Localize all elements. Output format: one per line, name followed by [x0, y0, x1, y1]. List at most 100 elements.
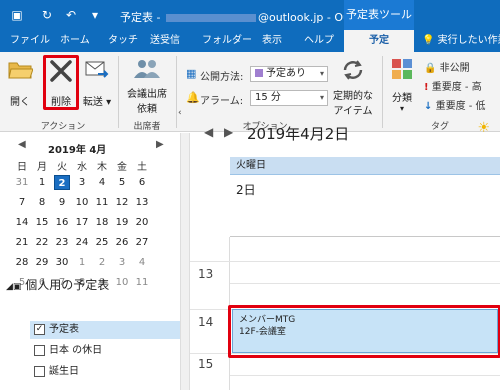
half-hour-divider [230, 375, 500, 376]
mini-calendar-dow: 水 [77, 162, 87, 173]
mini-calendar-day[interactable]: 20 [134, 215, 150, 230]
mini-calendar-day-selected[interactable]: 2 [54, 175, 70, 190]
tab-home[interactable]: ホーム [60, 30, 90, 52]
mini-calendar-day[interactable]: 27 [134, 235, 150, 250]
appointment-highlight [228, 305, 500, 358]
title-bar: ▣ ↻ ↶ ▾ 予定表 - @outlook.jp - Outlook 予定表ツ… [0, 0, 500, 30]
group-actions-label: アクション [40, 122, 86, 132]
mini-calendar-day[interactable]: 10 [114, 275, 130, 290]
prev-day-icon[interactable]: ◀ [204, 125, 213, 139]
calendar-date-title: 2019年4月2日 [247, 125, 350, 143]
mini-calendar-day[interactable]: 22 [34, 235, 50, 250]
tab-help[interactable]: ヘルプ [304, 30, 334, 52]
mini-calendar-day[interactable]: 11 [134, 275, 150, 290]
pane-splitter[interactable]: ‹ [178, 108, 190, 390]
mini-calendar-day[interactable]: 1 [74, 255, 90, 270]
mini-calendar-day[interactable]: 24 [74, 235, 90, 250]
show-as-dropdown[interactable]: 予定あり ▾ [250, 66, 328, 82]
mini-calendar-day[interactable]: 6 [134, 175, 150, 190]
tab-touch[interactable]: タッチ [108, 30, 138, 52]
mini-calendar-day[interactable]: 26 [114, 235, 130, 250]
mini-calendar-day[interactable]: 2 [94, 255, 110, 270]
mini-calendar-dow: 土 [137, 162, 147, 173]
hour-label: 13 [198, 267, 214, 281]
mini-calendar-day[interactable]: 9 [54, 195, 70, 210]
folder-open-icon [8, 62, 34, 79]
calendar-tools-tab[interactable]: 予定表ツール [344, 0, 414, 30]
mini-calendar-next-icon[interactable]: ▶ [156, 139, 164, 150]
mini-calendar-dow: 日 [17, 162, 27, 173]
mini-calendar-day[interactable]: 5 [114, 175, 130, 190]
busy-color-swatch [255, 69, 263, 77]
all-day-area[interactable] [230, 175, 500, 237]
open-button[interactable]: 開く [4, 58, 36, 108]
folder-birthdays[interactable]: 誕生日 [34, 363, 79, 381]
tab-view[interactable]: 表示 [262, 30, 282, 52]
low-importance-button[interactable]: ↓ 重要度 - 低 [424, 97, 486, 112]
categorize-button[interactable]: 分類 ▾ [386, 58, 418, 113]
recurrence-icon [343, 60, 363, 80]
mini-calendar-day[interactable]: 16 [54, 215, 70, 230]
chevron-down-icon: ▾ [319, 93, 324, 102]
tab-send-receive[interactable]: 送受信 [150, 30, 180, 52]
mini-calendar-day[interactable]: 19 [114, 215, 130, 230]
mini-calendar-day[interactable]: 3 [114, 255, 130, 270]
day-header[interactable]: 火曜日 [230, 157, 500, 175]
mini-calendar-day[interactable]: 21 [14, 235, 30, 250]
private-button[interactable]: 🔒 非公開 [424, 59, 470, 74]
mini-calendar-day[interactable]: 1 [34, 175, 50, 190]
ribbon-divider [176, 56, 177, 128]
chevron-down-icon: ▾ [399, 104, 404, 113]
mini-calendar-dow: 木 [97, 162, 107, 173]
folder-japan-holidays[interactable]: 日本 の休日 [34, 342, 102, 360]
mini-calendar-day[interactable]: 17 [74, 215, 90, 230]
mini-calendar-day[interactable]: 3 [74, 175, 90, 190]
refresh-icon[interactable]: ↻ [38, 7, 56, 23]
mini-calendar-day[interactable]: 12 [114, 195, 130, 210]
mini-calendar-day[interactable]: 7 [14, 195, 30, 210]
mini-calendar-day[interactable]: 28 [14, 255, 30, 270]
mini-calendar-day[interactable]: 10 [74, 195, 90, 210]
recurrence-button[interactable]: 定期的な アイテム [330, 58, 376, 117]
forward-button[interactable]: 転送 ▾ [82, 58, 112, 108]
tab-appointment[interactable]: 予定 [344, 30, 414, 53]
mini-calendar-day[interactable]: 30 [54, 255, 70, 270]
mini-calendar-day[interactable]: 4 [134, 255, 150, 270]
mini-calendar-day[interactable]: 31 [14, 175, 30, 190]
forward-label: 転送 ▾ [82, 97, 112, 108]
group-tags-label: タグ [430, 122, 449, 132]
checkbox-checked[interactable]: ✓ [34, 323, 45, 335]
mini-calendar-day[interactable]: 13 [134, 195, 150, 210]
mini-calendar-prev-icon[interactable]: ◀ [18, 139, 26, 150]
bell-icon: 🔔 [186, 91, 200, 104]
mini-calendar-day[interactable]: 15 [34, 215, 50, 230]
mini-calendar-day[interactable]: 4 [94, 175, 110, 190]
mini-calendar-day[interactable]: 8 [34, 195, 50, 210]
mini-calendar-day[interactable]: 25 [94, 235, 110, 250]
mini-calendar-dow: 金 [117, 162, 127, 173]
collapse-pane-icon[interactable]: ‹ [178, 108, 182, 118]
mini-calendar-day[interactable]: 29 [34, 255, 50, 270]
mini-calendar-day[interactable]: 23 [54, 235, 70, 250]
mini-calendar-day[interactable]: 18 [94, 215, 110, 230]
collapse-icon: ◢▣ [6, 282, 22, 292]
tab-folder[interactable]: フォルダー [202, 30, 252, 52]
checkbox[interactable] [34, 365, 45, 377]
undo-icon[interactable]: ↶ [62, 7, 80, 23]
checkbox[interactable] [34, 344, 45, 356]
next-day-icon[interactable]: ▶ [224, 125, 233, 139]
ribbon-tabs: ファイル ホーム タッチ 送受信 フォルダー 表示 ヘルプ 予定 💡 実行したい… [0, 30, 500, 53]
window-title: 予定表 - @outlook.jp - Outlook [120, 11, 378, 24]
tell-me-box[interactable]: 💡 実行したい作業 [422, 30, 500, 52]
tab-file[interactable]: ファイル [10, 30, 50, 52]
meeting-response-button[interactable]: 会議出席 依頼 [122, 58, 172, 115]
ribbon-divider [382, 56, 383, 128]
hour-divider [230, 261, 500, 262]
qat-dropdown-icon[interactable]: ▾ [86, 7, 104, 23]
mini-calendar-day[interactable]: 11 [94, 195, 110, 210]
reminder-dropdown[interactable]: 15 分 ▾ [250, 90, 328, 106]
high-importance-button[interactable]: ! 重要度 - 高 [424, 78, 482, 93]
my-calendars-header[interactable]: ◢▣ 個人用の予定表 [6, 276, 109, 293]
mini-calendar-day[interactable]: 14 [14, 215, 30, 230]
folder-calendar[interactable]: ✓ 予定表 [30, 321, 180, 339]
